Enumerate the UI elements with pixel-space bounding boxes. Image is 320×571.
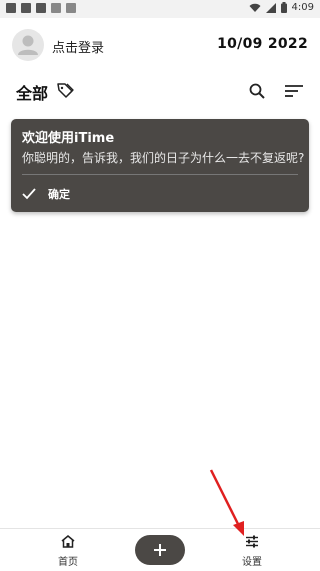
confirm-label: 确定 bbox=[48, 188, 70, 201]
settings-sliders-icon bbox=[246, 535, 258, 548]
notification-icon bbox=[6, 3, 16, 13]
notification-icon bbox=[51, 3, 61, 13]
notification-icon bbox=[36, 3, 46, 13]
sort-icon[interactable] bbox=[284, 83, 304, 99]
search-icon[interactable] bbox=[248, 82, 266, 100]
check-icon bbox=[22, 188, 36, 200]
nav-settings-label: 设置 bbox=[242, 557, 262, 568]
nav-settings[interactable]: 设置 bbox=[232, 535, 272, 568]
home-icon bbox=[61, 535, 75, 548]
user-icon bbox=[18, 35, 38, 55]
tag-icon[interactable] bbox=[56, 82, 74, 98]
current-date: 10/09 2022 bbox=[217, 36, 308, 52]
welcome-dialog: 欢迎使用iTime 你聪明的，告诉我，我们的日子为什么一去不复返呢? 确定 bbox=[11, 119, 309, 212]
battery-icon bbox=[280, 2, 287, 13]
signal-icon bbox=[265, 2, 276, 13]
clock: 4:09 bbox=[291, 2, 314, 13]
plus-icon bbox=[154, 544, 166, 556]
notification-icon bbox=[21, 3, 31, 13]
avatar[interactable] bbox=[12, 29, 44, 61]
nav-home[interactable]: 首页 bbox=[48, 535, 88, 568]
login-link[interactable]: 点击登录 bbox=[52, 37, 104, 56]
dialog-message: 你聪明的，告诉我，我们的日子为什么一去不复返呢? bbox=[22, 151, 305, 165]
wifi-icon bbox=[249, 3, 261, 12]
notification-icons bbox=[6, 3, 76, 13]
nav-home-label: 首页 bbox=[58, 557, 78, 568]
add-button[interactable] bbox=[135, 535, 185, 565]
system-icons: 4:09 bbox=[249, 2, 314, 13]
dialog-title: 欢迎使用iTime bbox=[22, 131, 115, 146]
status-bar: 4:09 bbox=[0, 0, 320, 18]
category-title[interactable]: 全部 bbox=[16, 80, 48, 104]
dialog-divider bbox=[22, 174, 298, 175]
confirm-button[interactable]: 确定 bbox=[22, 182, 70, 206]
notification-icon bbox=[66, 3, 76, 13]
